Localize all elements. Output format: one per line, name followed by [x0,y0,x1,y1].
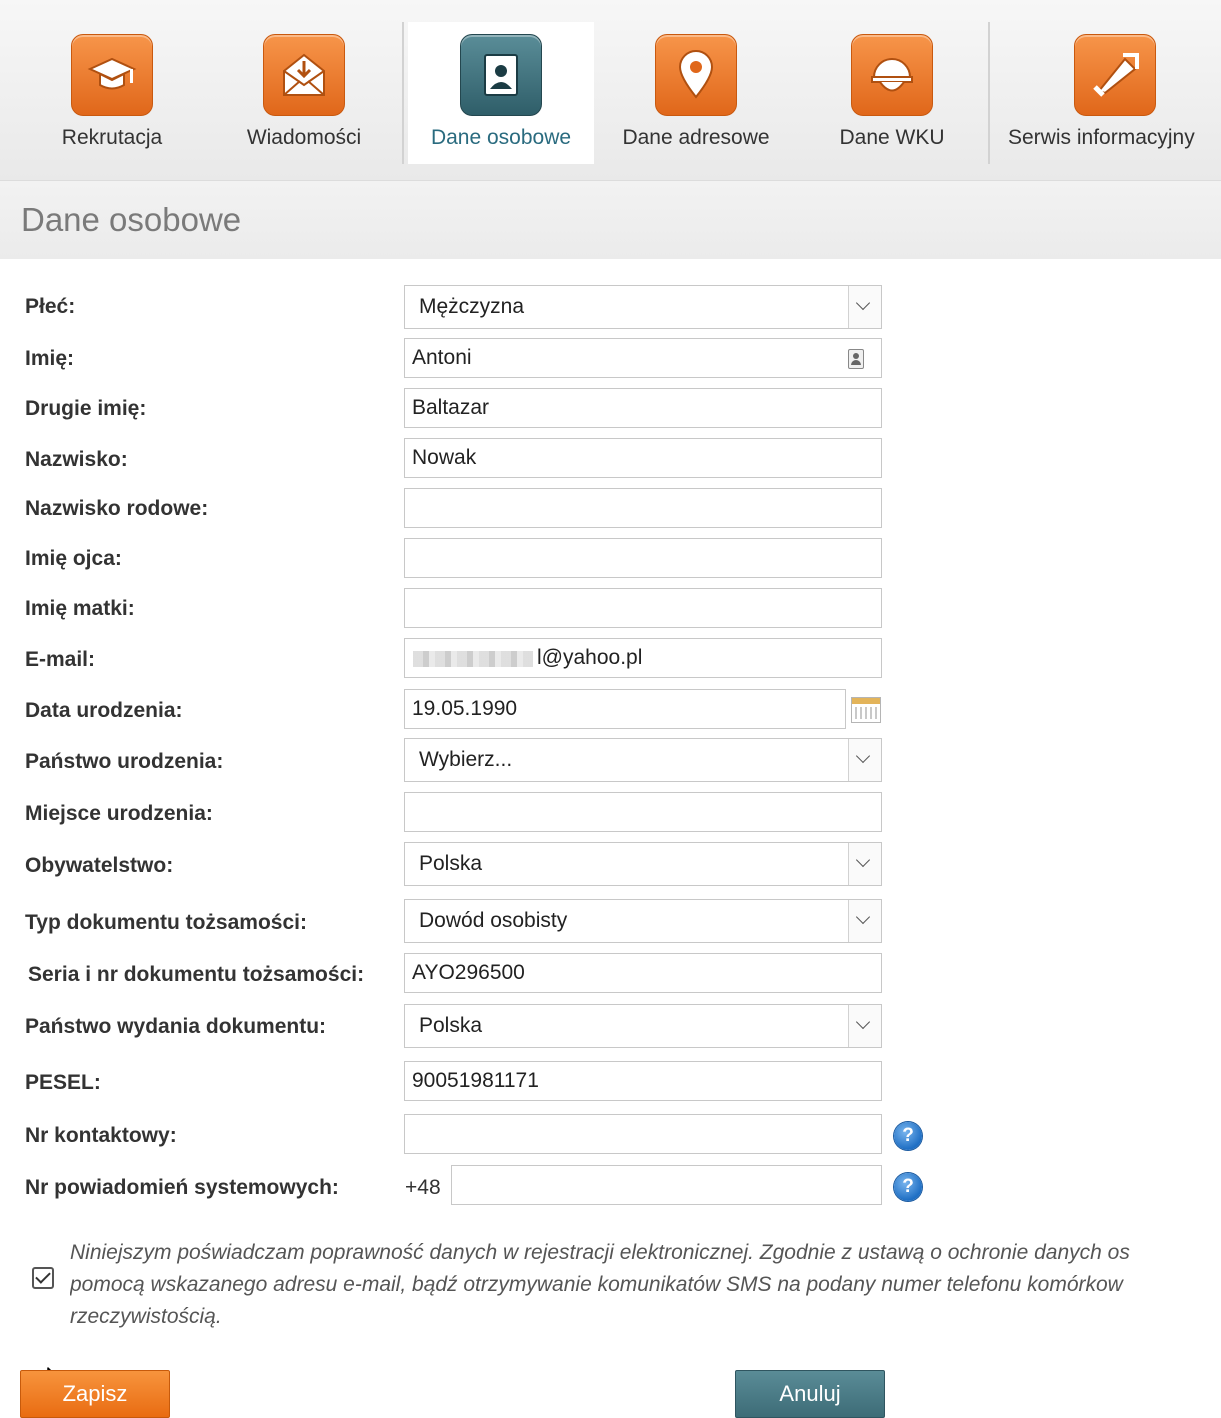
chevron-down-icon[interactable] [848,900,881,942]
email-value: l@yahoo.pl [537,646,643,669]
panstwo-wydania-label: Państwo wydania dokumentu: [25,1015,327,1038]
imie-field[interactable]: Antoni [404,338,882,378]
help-icon[interactable]: ? [894,1122,922,1150]
imie-matki-label: Imię matki: [25,597,135,620]
nav-item-dane-adresowe[interactable]: Dane adresowe [600,22,792,164]
nr-kontaktowy-field[interactable] [404,1114,882,1154]
obywatelstwo-select[interactable]: Polska [404,842,882,886]
nav-label: Dane adresowe [622,126,770,149]
typ-dokumentu-value: Dowód osobisty [419,909,568,932]
chevron-down-icon[interactable] [848,843,881,885]
nr-kontaktowy-label: Nr kontaktowy: [25,1124,177,1147]
graduation-cap-icon [71,34,153,116]
nazwisko-rodowe-label: Nazwisko rodowe: [25,497,209,520]
nav-divider [402,22,404,164]
drugie-imie-field[interactable]: Baltazar [404,388,882,428]
typ-dokumentu-label: Typ dokumentu tożsamości: [25,911,307,934]
nav-item-wiadomosci[interactable]: Wiadomości [206,22,402,164]
nav-item-dane-osobowe[interactable]: Dane osobowe [408,22,594,164]
imie-label: Imię: [25,347,75,370]
nazwisko-field[interactable]: Nowak [404,438,882,478]
nazwisko-value: Nowak [412,446,477,469]
imie-ojca-field[interactable] [404,538,882,578]
typ-dokumentu-select[interactable]: Dowód osobisty [404,899,882,943]
consent-checkbox[interactable] [32,1267,54,1289]
pesel-value: 90051981171 [412,1069,539,1092]
panstwo-wydania-value: Polska [419,1014,483,1037]
plec-value: Mężczyzna [419,295,525,318]
helmet-icon [851,34,933,116]
seria-nr-label: Seria i nr dokumentu tożsamości: [28,963,365,986]
map-pin-icon [655,34,737,116]
imie-ojca-label: Imię ojca: [25,547,122,570]
nav-label: Dane WKU [839,126,945,149]
seria-nr-value: AYO296500 [412,961,525,984]
panstwo-urodzenia-select[interactable]: Wybierz... [404,738,882,782]
panstwo-urodzenia-label: Państwo urodzenia: [25,750,224,773]
id-card-icon [460,34,542,116]
nav-item-dane-wku[interactable]: Dane WKU [796,22,988,164]
pesel-field[interactable]: 90051981171 [404,1061,882,1101]
cancel-button[interactable]: Anuluj [735,1370,885,1418]
nazwisko-rodowe-field[interactable] [404,488,882,528]
nr-powiadomien-field[interactable] [451,1165,882,1205]
nav-item-serwis-informacyjny[interactable]: Serwis informacyjny [996,22,1221,164]
nav-divider [988,22,990,164]
chevron-down-icon[interactable] [848,739,881,781]
nr-powiadomien-label: Nr powiadomień systemowych: [25,1176,339,1199]
nav-item-rekrutacja[interactable]: Rekrutacja [18,22,206,164]
consent-line: pomocą wskazanego adresu e-mail, bądź ot… [70,1273,1123,1296]
miejsce-urodzenia-field[interactable] [404,792,882,832]
email-field[interactable]: l@yahoo.pl [404,638,882,678]
calendar-icon[interactable] [851,697,881,723]
nav-label: Rekrutacja [61,126,163,149]
miejsce-urodzenia-label: Miejsce urodzenia: [25,802,213,825]
email-label: E-mail: [25,648,96,671]
help-icon[interactable]: ? [894,1173,922,1201]
chevron-down-icon[interactable] [848,286,881,328]
obywatelstwo-label: Obywatelstwo: [25,854,174,877]
imie-matki-field[interactable] [404,588,882,628]
page-title-bar: Dane osobowe [0,181,1221,259]
data-urodzenia-field[interactable]: 19.05.1990 [404,689,846,729]
envelope-download-icon [263,34,345,116]
plec-label: Płeć: [25,295,76,318]
megaphone-icon [1073,34,1156,116]
page-title: Dane osobowe [21,201,242,238]
imie-value: Antoni [412,346,472,369]
obywatelstwo-value: Polska [419,852,483,875]
drugie-imie-label: Drugie imię: [25,397,147,420]
plec-select[interactable]: Mężczyzna [404,285,882,329]
consent-line: Niniejszym poświadczam poprawność danych… [70,1241,1130,1264]
save-button[interactable]: Zapisz [20,1370,170,1418]
nav-label: Serwis informacyjny [1008,126,1195,149]
consent-text: Niniejszym poświadczam poprawność danych… [70,1237,1221,1333]
pesel-label: PESEL: [25,1071,101,1094]
nazwisko-label: Nazwisko: [25,448,128,471]
data-urodzenia-label: Data urodzenia: [25,699,183,722]
contact-card-icon[interactable] [848,349,864,369]
top-navigation: Rekrutacja Wiadomości Dane osobowe Dane … [0,0,1221,181]
panstwo-urodzenia-value: Wybierz... [419,748,513,771]
phone-prefix: +48 [405,1176,441,1199]
data-urodzenia-value: 19.05.1990 [412,697,518,720]
chevron-down-icon[interactable] [848,1005,881,1047]
panstwo-wydania-select[interactable]: Polska [404,1004,882,1048]
drugie-imie-value: Baltazar [412,396,490,419]
consent-line: rzeczywistością. [70,1305,222,1328]
nav-label: Dane osobowe [430,126,572,149]
nav-label: Wiadomości [246,126,362,149]
redacted-email-prefix [413,651,533,667]
seria-nr-field[interactable]: AYO296500 [404,953,882,993]
